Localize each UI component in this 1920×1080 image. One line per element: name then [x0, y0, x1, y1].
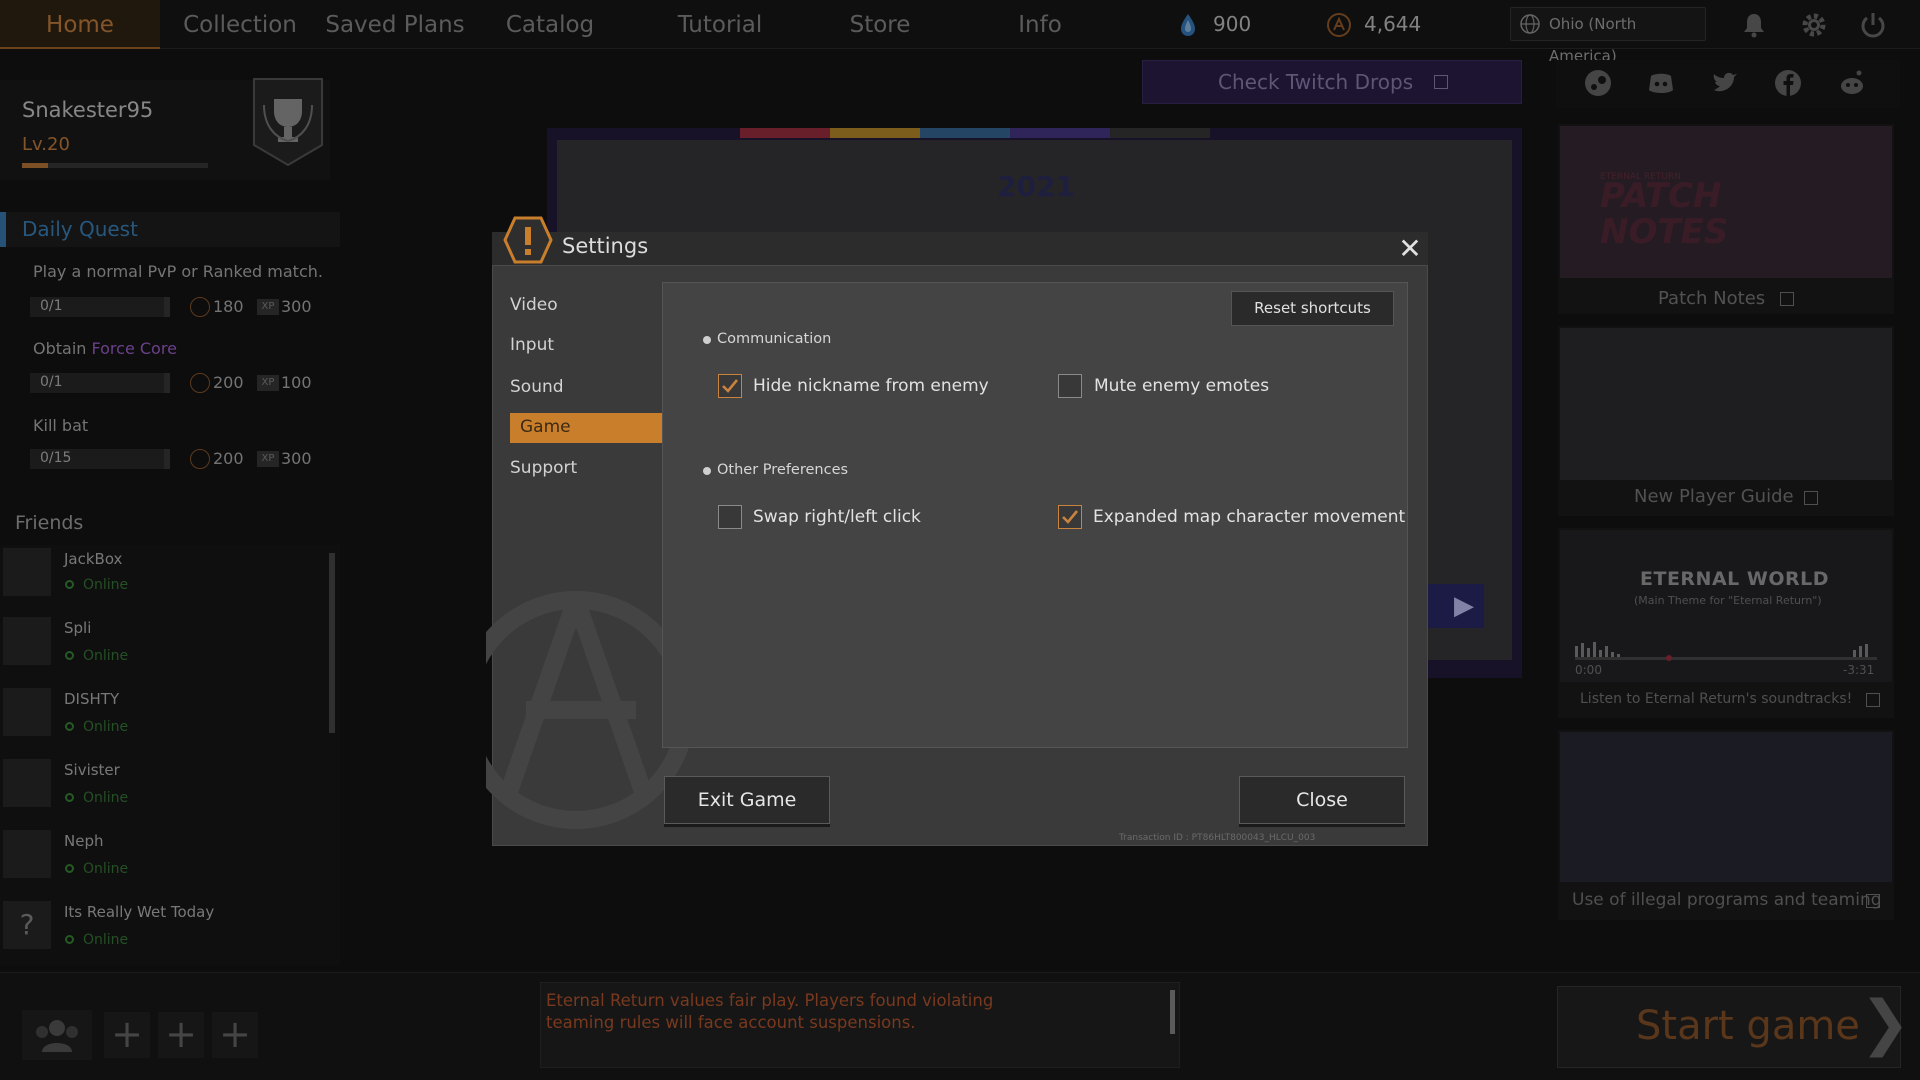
mute-emotes-label[interactable]: Mute enemy emotes	[1094, 376, 1269, 396]
tab-game[interactable]: Game	[520, 417, 571, 437]
section-bullet	[703, 336, 711, 344]
tab-input[interactable]: Input	[510, 335, 554, 355]
settings-dialog-title: Settings	[562, 234, 649, 258]
swap-click-checkbox[interactable]	[718, 505, 742, 529]
section-other-preferences: Other Preferences	[717, 462, 849, 478]
warning-icon	[503, 216, 553, 264]
close-button[interactable]: Close	[1239, 776, 1405, 824]
tab-sound[interactable]: Sound	[510, 377, 564, 397]
checkmark-icon	[722, 379, 739, 393]
tab-video[interactable]: Video	[510, 295, 558, 315]
reset-shortcuts-button[interactable]: Reset shortcuts	[1231, 291, 1394, 326]
hide-nickname-label[interactable]: Hide nickname from enemy	[753, 376, 989, 396]
swap-click-label[interactable]: Swap right/left click	[753, 507, 921, 527]
close-icon[interactable]: ✕	[1395, 234, 1425, 264]
tab-support[interactable]: Support	[510, 458, 577, 478]
expanded-map-movement-label[interactable]: Expanded map character movement	[1093, 507, 1405, 527]
section-bullet	[703, 467, 711, 475]
hide-nickname-checkbox[interactable]	[718, 374, 742, 398]
checkmark-icon	[1062, 510, 1079, 524]
expanded-map-movement-checkbox[interactable]	[1058, 505, 1082, 529]
transaction-id: Transaction ID : PT86HLT800043_HLCU_003	[1119, 833, 1316, 843]
exit-game-button[interactable]: Exit Game	[664, 776, 830, 824]
mute-emotes-checkbox[interactable]	[1058, 374, 1082, 398]
section-communication: Communication	[717, 331, 832, 347]
